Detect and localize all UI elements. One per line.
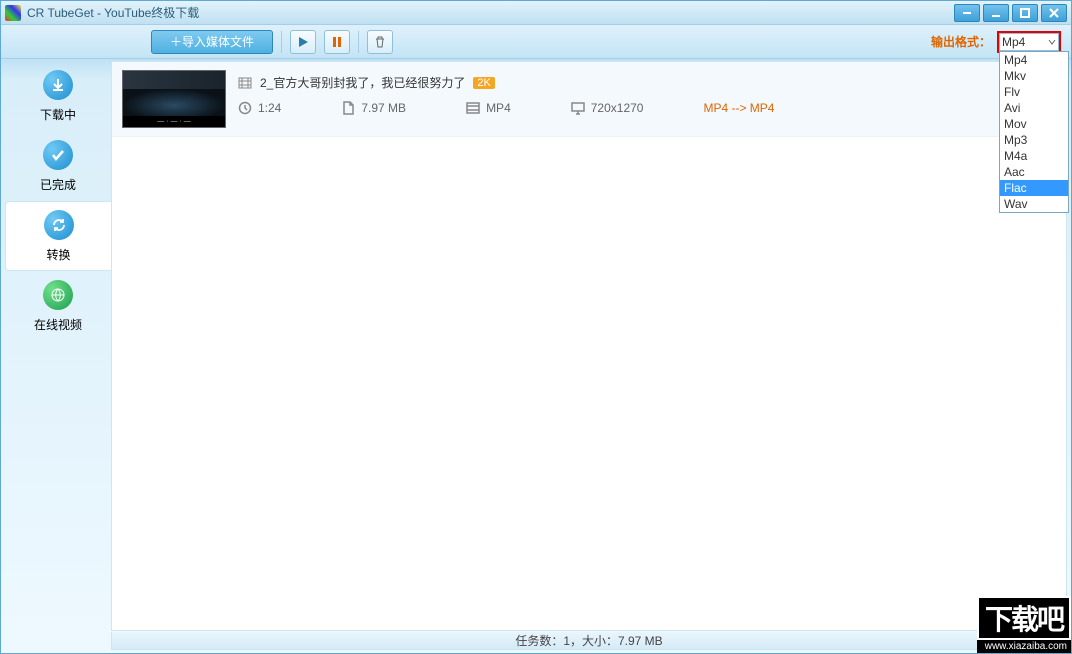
format-select[interactable]: Mp4 [999, 33, 1059, 51]
format-option-avi[interactable]: Avi [1000, 100, 1068, 116]
monitor-icon [571, 101, 585, 115]
titlebar: CR TubeGet - YouTube终极下载 [1, 1, 1071, 25]
globe-icon [43, 280, 73, 310]
clock-icon [238, 101, 252, 115]
media-title: 2_官方大哥别封我了，我已经很努力了 [260, 74, 465, 91]
format-dropdown[interactable]: Mp4MkvFlvAviMovMp3M4aAacFlacWav [999, 51, 1069, 213]
sidebar-item-downloading[interactable]: 下载中 [5, 61, 111, 131]
sidebar-item-label: 已完成 [40, 176, 76, 193]
format-selected-value: Mp4 [1002, 35, 1048, 49]
watermark-url: www.xiazaiba.com [977, 640, 1071, 653]
thumbnail: — · — · — [122, 70, 226, 128]
shrink-button[interactable] [954, 4, 980, 22]
toolbar: ＋导入媒体文件 输出格式： Mp4 Mp4MkvFlvAviMovMp3M4aA… [1, 25, 1071, 59]
format-option-aac[interactable]: Aac [1000, 164, 1068, 180]
media-row[interactable]: — · — · — 2_官方大哥别封我了，我已经很努力了 2K 1:24 7.9… [112, 62, 1066, 137]
size-cell: 7.97 MB [341, 101, 406, 115]
window-title: CR TubeGet - YouTube终极下载 [27, 4, 954, 21]
status-text: 任务数：1，大小：7.97 MB [515, 632, 662, 649]
format-option-wav[interactable]: Wav [1000, 196, 1068, 212]
conversion-cell: MP4 --> MP4 [703, 101, 774, 115]
refresh-icon [44, 210, 74, 240]
sidebar-item-convert[interactable]: 转换 [5, 201, 111, 271]
format-option-mp4[interactable]: Mp4 [1000, 52, 1068, 68]
output-format-label: 输出格式： [931, 33, 991, 50]
file-icon [341, 101, 355, 115]
sidebar-item-online[interactable]: 在线视频 [5, 271, 111, 341]
film-icon [238, 76, 252, 90]
sidebar: 下载中 已完成 转换 在线视频 [5, 61, 111, 341]
watermark-text: 下载吧 [977, 596, 1071, 640]
delete-button[interactable] [367, 30, 393, 54]
format-highlight-box: Mp4 Mp4MkvFlvAviMovMp3M4aAacFlacWav [997, 31, 1061, 53]
sidebar-item-label: 下载中 [40, 106, 76, 123]
minimize-button[interactable] [983, 4, 1009, 22]
resolution-cell: 720x1270 [571, 101, 644, 115]
maximize-button[interactable] [1012, 4, 1038, 22]
sidebar-item-label: 在线视频 [34, 316, 82, 333]
app-icon [5, 5, 21, 21]
format-option-mkv[interactable]: Mkv [1000, 68, 1068, 84]
sidebar-item-label: 转换 [46, 246, 70, 263]
play-all-button[interactable] [290, 30, 316, 54]
format-option-flv[interactable]: Flv [1000, 84, 1068, 100]
format-cell: MP4 [466, 101, 511, 115]
check-icon [43, 140, 73, 170]
duration-cell: 1:24 [238, 101, 281, 115]
content-area: — · — · — 2_官方大哥别封我了，我已经很努力了 2K 1:24 7.9… [111, 61, 1067, 631]
watermark: 下载吧 www.xiazaiba.com [977, 596, 1071, 653]
chevron-down-icon [1048, 38, 1056, 46]
close-button[interactable] [1041, 4, 1067, 22]
import-media-button[interactable]: ＋导入媒体文件 [151, 30, 273, 54]
pause-all-button[interactable] [324, 30, 350, 54]
sidebar-item-done[interactable]: 已完成 [5, 131, 111, 201]
status-bar: 任务数：1，大小：7.97 MB [111, 632, 1067, 650]
format-option-flac[interactable]: Flac [1000, 180, 1068, 196]
filmstrip-icon [466, 101, 480, 115]
quality-badge: 2K [473, 77, 494, 89]
format-option-mp3[interactable]: Mp3 [1000, 132, 1068, 148]
format-option-m4a[interactable]: M4a [1000, 148, 1068, 164]
download-icon [43, 70, 73, 100]
format-option-mov[interactable]: Mov [1000, 116, 1068, 132]
